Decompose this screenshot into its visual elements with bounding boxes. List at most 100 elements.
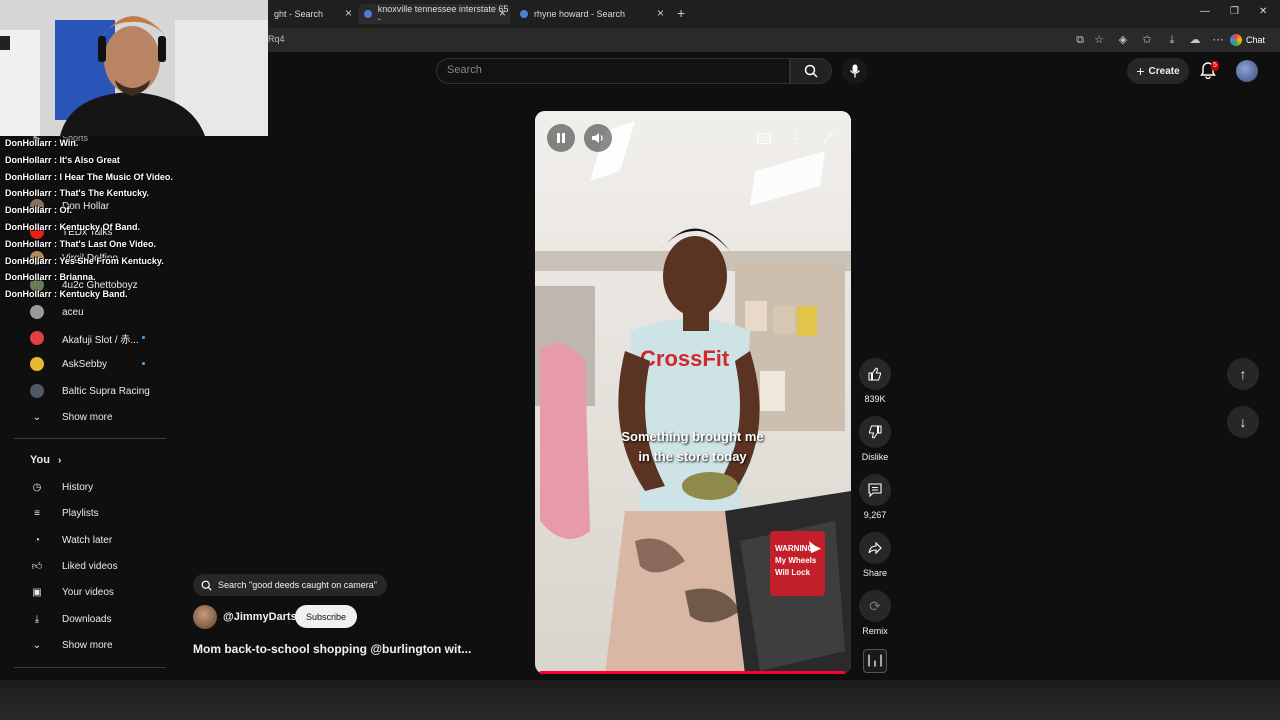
- dislike-button[interactable]: [859, 416, 891, 448]
- sidebar-item-downloads[interactable]: ⤓ Downloads: [30, 609, 112, 629]
- sidebar-item-playlists[interactable]: ≡ Playlists: [30, 503, 99, 523]
- chat-message: DonHollarr : I Hear The Music Of Video.: [5, 171, 173, 182]
- subscription-item[interactable]: Baltic Supra Racing: [30, 381, 150, 401]
- browser-tab-active[interactable]: knoxville tennessee interstate 65 - ×: [358, 4, 510, 24]
- next-video-button[interactable]: ↓: [1227, 406, 1259, 438]
- like-action[interactable]: 839K: [859, 358, 891, 404]
- previous-video-button[interactable]: ↑: [1227, 358, 1259, 390]
- sidebar-you-heading[interactable]: You ›: [30, 450, 61, 470]
- remix-button[interactable]: ⟳: [859, 590, 891, 622]
- thumbs-up-icon: 👍︎: [31, 561, 43, 572]
- shirt-text: CrossFit: [640, 346, 730, 371]
- favorites-icon[interactable]: ✩: [1140, 33, 1154, 47]
- sidebar-item-your-videos[interactable]: ▣ Your videos: [30, 582, 114, 602]
- closed-captions-icon: CC: [757, 132, 771, 144]
- channel-name[interactable]: @JimmyDarts: [223, 611, 297, 623]
- sidebar-item-label: Watch later: [62, 534, 113, 546]
- caption-line: Something brought me: [621, 429, 764, 444]
- new-content-dot: [142, 336, 145, 339]
- bookmark-star-icon[interactable]: ☆: [1092, 33, 1106, 47]
- captions-button[interactable]: CC: [750, 124, 778, 152]
- comments-button[interactable]: [859, 474, 891, 506]
- restore-icon[interactable]: ❐: [1230, 6, 1239, 17]
- channel-avatar[interactable]: [193, 605, 217, 629]
- subscriptions-show-more[interactable]: ⌄ Show more: [30, 407, 113, 427]
- app-install-icon[interactable]: ⧉: [1073, 33, 1087, 47]
- close-tab-icon[interactable]: ×: [499, 6, 506, 20]
- subscription-item[interactable]: Akafuji Slot / 赤...: [30, 328, 150, 348]
- svg-text:CC: CC: [760, 137, 769, 143]
- video-frame-image: CrossFit WARNING My Wheels Will Lock: [535, 111, 851, 674]
- fullscreen-button[interactable]: ⤢: [814, 124, 842, 152]
- profile-toolbar-icon[interactable]: ☁: [1186, 33, 1204, 47]
- video-caption: Something brought me in the store today: [600, 427, 785, 467]
- copilot-chat-button[interactable]: Chat: [1230, 31, 1276, 49]
- thumbs-down-icon: [869, 425, 882, 439]
- more-vertical-icon: ⋮: [789, 129, 803, 146]
- sidebar-item-watch-later[interactable]: ◔ Watch later: [30, 530, 112, 550]
- volume-icon: [592, 133, 603, 143]
- volume-button[interactable]: [584, 124, 612, 152]
- chevron-down-icon: ⌄: [32, 411, 42, 423]
- search-placeholder: Search: [447, 64, 482, 76]
- window-close-icon[interactable]: ✕: [1259, 6, 1267, 17]
- show-more-label: Show more: [62, 411, 113, 423]
- search-input[interactable]: [436, 58, 790, 84]
- share-button[interactable]: [859, 532, 891, 564]
- share-label: Share: [862, 568, 888, 578]
- more-options-button[interactable]: ⋮: [782, 124, 810, 152]
- share-action[interactable]: Share: [859, 532, 891, 578]
- comment-icon: [868, 483, 882, 497]
- sidebar-item-history[interactable]: ◷ History: [30, 477, 94, 497]
- extension-icon[interactable]: ◈: [1116, 33, 1130, 47]
- chat-message: DonHollarr : Kentucky Of Band.: [5, 221, 141, 232]
- remix-action[interactable]: ⟳ Remix: [859, 590, 891, 636]
- dislike-action[interactable]: Dislike: [859, 416, 891, 462]
- search-button[interactable]: [790, 58, 832, 84]
- shorts-video-player[interactable]: CrossFit WARNING My Wheels Will Lock: [535, 111, 851, 674]
- close-tab-icon[interactable]: ×: [345, 6, 352, 20]
- sound-button[interactable]: ┃╻┃: [863, 649, 887, 673]
- search-icon: [804, 64, 818, 78]
- sidebar-item-liked-videos[interactable]: 👍︎ Liked videos: [30, 556, 118, 576]
- close-tab-icon[interactable]: ×: [657, 6, 664, 20]
- new-tab-icon[interactable]: +: [677, 5, 685, 21]
- related-search-chip[interactable]: Search "good deeds caught on camera": [193, 574, 387, 596]
- channel-avatar: [30, 384, 44, 398]
- address-text[interactable]: Rq4: [268, 34, 285, 44]
- comments-action[interactable]: 9,267: [859, 474, 891, 520]
- video-progress-bar[interactable]: [540, 671, 845, 674]
- remix-label: Remix: [862, 626, 888, 636]
- dislike-label: Dislike: [861, 452, 889, 462]
- chevron-right-icon: ›: [57, 454, 62, 466]
- notification-badge: 5: [1211, 61, 1219, 71]
- arrow-up-icon: ↑: [1239, 366, 1247, 382]
- minimize-icon[interactable]: —: [1200, 6, 1210, 17]
- more-menu-icon[interactable]: ⋯: [1211, 33, 1225, 47]
- pause-button[interactable]: [547, 124, 575, 152]
- subscribe-button[interactable]: Subscribe: [295, 605, 357, 628]
- browser-tab[interactable]: rhyne howard - Search ×: [514, 4, 668, 24]
- browser-tab[interactable]: ght - Search ×: [268, 4, 356, 24]
- account-avatar[interactable]: [1236, 60, 1258, 82]
- subscription-name: aceu: [62, 306, 84, 318]
- subscription-name: Akafuji Slot / 赤...: [62, 334, 139, 346]
- subscription-item[interactable]: AskSebby: [30, 354, 150, 374]
- downloads-toolbar-icon[interactable]: ⤓: [1165, 33, 1179, 47]
- channel-avatar: [30, 305, 44, 319]
- arrow-down-icon: ↓: [1239, 414, 1247, 430]
- like-count: 839K: [864, 394, 886, 404]
- you-show-more[interactable]: ⌄ Show more: [30, 635, 113, 655]
- channel-avatar: [30, 331, 44, 345]
- microphone-icon: [849, 64, 861, 78]
- chat-message: DonHollarr : Brianna.: [5, 272, 96, 283]
- like-button[interactable]: [859, 358, 891, 390]
- sidebar-item-label: Your videos: [62, 586, 114, 598]
- thumbs-up-icon: [868, 367, 881, 381]
- create-button[interactable]: + Create: [1127, 58, 1189, 84]
- sidebar-item-label: Liked videos: [62, 560, 118, 572]
- video-title[interactable]: Mom back-to-school shopping @burlington …: [193, 642, 471, 656]
- search-chip-label: Search "good deeds caught on camera": [218, 580, 377, 590]
- sidebar-item-label: Playlists: [62, 507, 99, 519]
- voice-search-button[interactable]: [842, 58, 868, 84]
